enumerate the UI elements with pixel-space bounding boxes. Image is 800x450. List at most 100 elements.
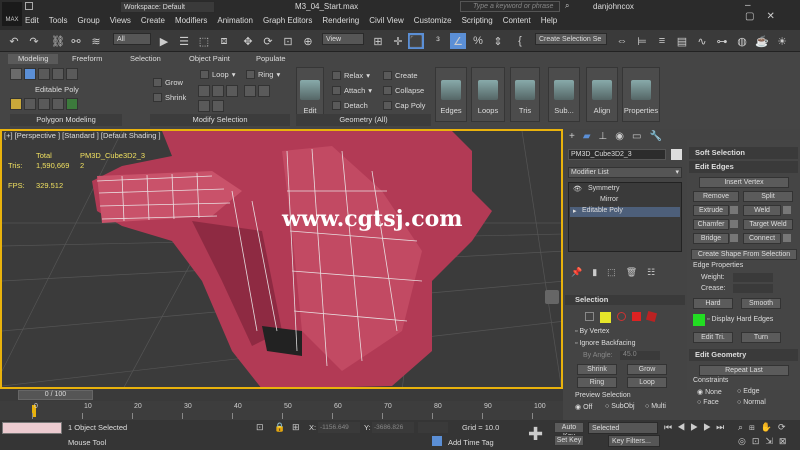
preview-multi-radio[interactable]: ○ Multi [645, 403, 666, 410]
remove-button[interactable]: Remove [693, 191, 739, 202]
ring-selection-button[interactable]: Ring [577, 377, 617, 388]
add-time-tag[interactable]: Add Time Tag [448, 438, 494, 447]
menu-help[interactable]: Help [541, 16, 557, 28]
ring-button[interactable]: Ring ▾ [246, 70, 280, 79]
layer-explorer-icon[interactable]: ≡ [654, 33, 670, 49]
selection-filter-dropdown[interactable]: All [113, 33, 151, 45]
rotate-icon[interactable]: ⟳ [260, 33, 276, 49]
tab-selection[interactable]: Selection [130, 54, 161, 63]
menu-customize[interactable]: Customize [414, 16, 452, 28]
dot-ring-icon[interactable] [212, 100, 224, 112]
ring-shrink-icon[interactable] [258, 85, 270, 97]
create-shape-button[interactable]: Create Shape From Selection [691, 249, 797, 260]
bridge-settings-icon[interactable] [730, 234, 738, 242]
by-vertex-checkbox[interactable]: ▫ By Vertex [575, 328, 609, 335]
key-filters-button[interactable]: Key Filters... [608, 435, 660, 447]
link-icon[interactable]: ⛓ [50, 33, 66, 49]
set-key-button[interactable]: Set Key [554, 435, 584, 446]
show-end-icon[interactable] [38, 98, 50, 110]
edge-select-icon[interactable] [600, 312, 611, 323]
move-icon[interactable]: ✥ [240, 33, 256, 49]
window-controls[interactable]: –▢✕ [745, 0, 800, 22]
border-mode-icon[interactable] [38, 68, 50, 80]
scale-icon[interactable]: ⊡ [280, 33, 296, 49]
element-select-icon[interactable] [645, 310, 658, 323]
edit-edges-rollout[interactable]: Edit Edges [689, 161, 798, 173]
menu-graph-editors[interactable]: Graph Editors [263, 16, 312, 28]
hierarchy-panel-icon[interactable]: ⊥ [599, 131, 608, 142]
menu-edit[interactable]: Edit [25, 16, 39, 28]
constraint-edge-radio[interactable]: ○ Edge [737, 388, 760, 395]
loop-shrink-icon[interactable] [212, 85, 224, 97]
search-input[interactable]: Type a keyword or phrase [460, 1, 560, 12]
remove-modifier-icon[interactable]: 🗑 [626, 267, 637, 278]
mesh-model[interactable] [92, 131, 492, 389]
configure-sets-icon[interactable]: ☷ [647, 267, 655, 278]
select-by-name-icon[interactable]: ☰ [176, 33, 192, 49]
unlink-icon[interactable]: ⚯ [68, 33, 84, 49]
mirror-icon[interactable]: ⇔ [614, 33, 630, 49]
cap-poly-button[interactable]: Cap Poly [383, 101, 425, 110]
region-select-icon[interactable]: ⬚ [196, 33, 212, 49]
shrink-button[interactable]: Shrink [153, 93, 186, 102]
ref-coord-dropdown[interactable]: View [322, 33, 364, 45]
grow-button[interactable]: Grow [153, 78, 183, 87]
selection-rollout-title[interactable]: Selection [565, 295, 685, 305]
stack-icon[interactable] [24, 98, 36, 110]
repeat-last-button[interactable]: Repeat Last [699, 365, 789, 376]
constraint-face-radio[interactable]: ○ Face [697, 399, 719, 406]
auto-key-button[interactable]: Auto Key [554, 422, 584, 440]
viewport-nav-controls[interactable]: ⌕⊞✋⟳ [738, 422, 792, 433]
isolate-icon[interactable]: ⊡ [256, 422, 264, 433]
border-select-icon[interactable] [617, 312, 626, 321]
render-setup-icon[interactable]: ☕ [754, 33, 770, 49]
time-slider[interactable]: 0 / 100 [0, 389, 563, 401]
track-bar[interactable]: 0 10 20 30 40 50 60 70 80 90 100 [0, 401, 563, 420]
perspective-viewport[interactable] [0, 129, 563, 389]
create-panel-icon[interactable]: + [569, 131, 575, 142]
window-crossing-icon[interactable]: ⧈ [216, 33, 232, 49]
y-coord-field[interactable]: -3686.826 [372, 422, 414, 433]
bind-spacewarp-icon[interactable]: ≋ [88, 33, 104, 49]
smooth-button[interactable]: Smooth [741, 298, 781, 309]
schematic-view-icon[interactable]: ⊶ [714, 33, 730, 49]
polygon-mode-icon[interactable] [52, 68, 64, 80]
viewport-nav-controls-2[interactable]: ◎⊡⇲⊠ [738, 436, 792, 447]
quick-access-icon[interactable] [25, 2, 33, 10]
key-selection-dropdown[interactable]: Selected [588, 422, 658, 434]
pin-stack-icon[interactable]: 📌 [571, 267, 582, 278]
detach-button[interactable]: Detach [332, 101, 368, 110]
object-name-field[interactable]: PM3D_Cube3D2_3 [568, 149, 666, 160]
object-color-swatch[interactable] [671, 149, 682, 160]
search-icon[interactable]: ⌕ [565, 1, 569, 11]
hard-button[interactable]: Hard [693, 298, 733, 309]
bridge-button[interactable]: Bridge [693, 233, 729, 244]
eye-icon[interactable]: 👁 [573, 185, 582, 193]
vertex-select-icon[interactable] [585, 312, 594, 321]
menu-group[interactable]: Group [77, 16, 99, 28]
dot-loop-icon[interactable] [198, 100, 210, 112]
subdivision-button[interactable]: Sub... [548, 67, 580, 122]
placement-icon[interactable]: ⊕ [300, 33, 316, 49]
viewport-label[interactable]: [+] [Perspective ] [Standard ] [Default … [4, 131, 161, 140]
weld-settings-icon[interactable] [783, 206, 791, 214]
select-manipulate-icon[interactable]: ✛ [390, 33, 406, 49]
menu-modifiers[interactable]: Modifiers [175, 16, 207, 28]
by-angle-field[interactable]: 45.0 [620, 351, 660, 360]
crease-field[interactable] [733, 284, 773, 293]
render-icon[interactable]: ☀ [774, 33, 790, 49]
x-coord-field[interactable]: -1156.649 [318, 422, 360, 433]
snaps-icon[interactable]: ³ [430, 33, 446, 49]
curve-editor-icon[interactable]: ∿ [694, 33, 710, 49]
edit-named-selection-icon[interactable]: { [512, 33, 528, 49]
tab-object-paint[interactable]: Object Paint [189, 54, 230, 63]
display-panel-icon[interactable]: ▭ [632, 131, 641, 142]
modify-selection-label[interactable]: Modify Selection [150, 114, 290, 126]
keyboard-shortcut-icon[interactable]: ⬛ [408, 33, 424, 49]
edges-button[interactable]: Edges [435, 67, 467, 122]
weight-field[interactable] [733, 273, 773, 282]
menu-rendering[interactable]: Rendering [322, 16, 359, 28]
edge-mode-icon[interactable] [24, 68, 36, 80]
motion-panel-icon[interactable]: ◉ [615, 131, 624, 142]
select-object-icon[interactable]: ▶ [156, 33, 172, 49]
